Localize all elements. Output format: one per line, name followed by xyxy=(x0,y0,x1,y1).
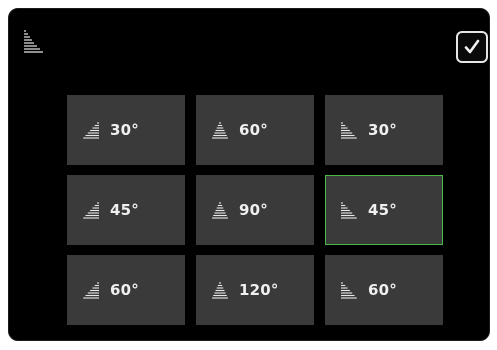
angle-grid: 30° 60° 30° 45° 90° 45° 60° 120° 60° xyxy=(67,95,443,325)
angle-label: 30° xyxy=(110,121,139,139)
angle-tile[interactable]: 45° xyxy=(67,175,185,245)
slant-right-icon xyxy=(83,282,99,299)
slant-right-icon xyxy=(83,202,99,219)
angle-tile[interactable]: 60° xyxy=(67,255,185,325)
pyramid-icon xyxy=(212,202,228,219)
angle-tile[interactable]: 30° xyxy=(325,95,443,165)
slant-left-icon xyxy=(341,282,357,299)
angle-tile[interactable]: 120° xyxy=(196,255,314,325)
angle-selection-dialog: 30° 60° 30° 45° 90° 45° 60° 120° 60° xyxy=(8,8,490,341)
angle-label: 45° xyxy=(110,201,139,219)
angle-label: 45° xyxy=(368,201,397,219)
angle-tile[interactable]: 45° xyxy=(325,175,443,245)
angle-tile[interactable]: 30° xyxy=(67,95,185,165)
slant-left-icon xyxy=(341,122,357,139)
angle-label: 60° xyxy=(239,121,268,139)
pyramid-icon xyxy=(212,282,228,299)
angle-tile[interactable]: 60° xyxy=(196,95,314,165)
pyramid-icon xyxy=(212,122,228,139)
angle-tile[interactable]: 60° xyxy=(325,255,443,325)
angle-label: 60° xyxy=(110,281,139,299)
angle-label: 30° xyxy=(368,121,397,139)
stair-lines-icon xyxy=(24,30,43,53)
slant-left-icon xyxy=(341,202,357,219)
angle-label: 90° xyxy=(239,201,268,219)
angle-label: 60° xyxy=(368,281,397,299)
slant-right-icon xyxy=(83,122,99,139)
angle-label: 120° xyxy=(239,281,279,299)
checkmark-icon xyxy=(464,39,480,54)
confirm-button[interactable] xyxy=(456,31,488,63)
angle-tile[interactable]: 90° xyxy=(196,175,314,245)
